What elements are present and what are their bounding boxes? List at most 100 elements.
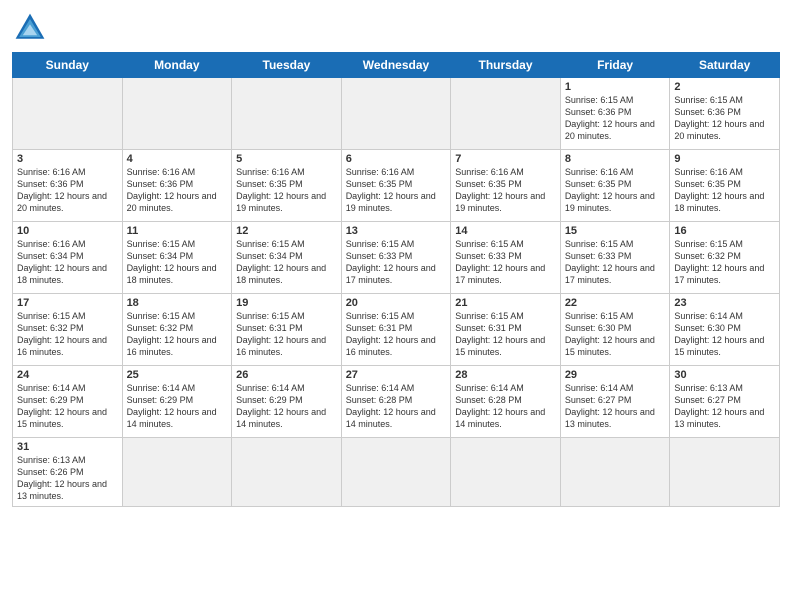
day-cell [560,438,670,507]
week-row-3: 17Sunrise: 6:15 AM Sunset: 6:32 PM Dayli… [13,294,780,366]
day-cell: 29Sunrise: 6:14 AM Sunset: 6:27 PM Dayli… [560,366,670,438]
day-cell: 7Sunrise: 6:16 AM Sunset: 6:35 PM Daylig… [451,150,561,222]
day-number: 26 [236,369,337,381]
day-headers-row: SundayMondayTuesdayWednesdayThursdayFrid… [13,53,780,78]
day-number: 13 [346,225,447,237]
day-info: Sunrise: 6:14 AM Sunset: 6:30 PM Dayligh… [674,310,775,359]
day-cell: 5Sunrise: 6:16 AM Sunset: 6:35 PM Daylig… [232,150,342,222]
day-number: 27 [346,369,447,381]
day-number: 30 [674,369,775,381]
day-number: 16 [674,225,775,237]
day-cell: 18Sunrise: 6:15 AM Sunset: 6:32 PM Dayli… [122,294,232,366]
day-cell: 22Sunrise: 6:15 AM Sunset: 6:30 PM Dayli… [560,294,670,366]
day-number: 14 [455,225,556,237]
day-cell: 10Sunrise: 6:16 AM Sunset: 6:34 PM Dayli… [13,222,123,294]
day-cell: 14Sunrise: 6:15 AM Sunset: 6:33 PM Dayli… [451,222,561,294]
day-cell [232,78,342,150]
day-cell: 23Sunrise: 6:14 AM Sunset: 6:30 PM Dayli… [670,294,780,366]
day-number: 5 [236,153,337,165]
week-row-1: 3 Sunrise: 6:16 AM Sunset: 6:36 PM Daylig… [13,150,780,222]
day-info: Sunrise: 6:15 AM Sunset: 6:33 PM Dayligh… [455,238,556,287]
day-number: 18 [127,297,228,309]
day-info: Sunrise: 6:13 AM Sunset: 6:26 PM Dayligh… [17,454,118,503]
day-number: 1 [565,81,666,93]
day-number: 21 [455,297,556,309]
day-info: Sunrise: 6:16 AM Sunset: 6:36 PM Dayligh… [127,166,228,215]
day-info: Sunrise: 6:15 AM Sunset: 6:30 PM Dayligh… [565,310,666,359]
day-cell [451,438,561,507]
logo-icon [12,10,48,46]
day-number: 22 [565,297,666,309]
day-number: 7 [455,153,556,165]
day-number: 11 [127,225,228,237]
day-cell: 19Sunrise: 6:15 AM Sunset: 6:31 PM Dayli… [232,294,342,366]
day-header-thursday: Thursday [451,53,561,78]
day-number: 17 [17,297,118,309]
day-info: Sunrise: 6:15 AM Sunset: 6:33 PM Dayligh… [346,238,447,287]
day-header-saturday: Saturday [670,53,780,78]
page: SundayMondayTuesdayWednesdayThursdayFrid… [0,0,792,612]
day-cell: 26Sunrise: 6:14 AM Sunset: 6:29 PM Dayli… [232,366,342,438]
day-number: 25 [127,369,228,381]
day-info: Sunrise: 6:14 AM Sunset: 6:28 PM Dayligh… [455,382,556,431]
day-cell [232,438,342,507]
day-info: Sunrise: 6:16 AM Sunset: 6:35 PM Dayligh… [674,166,775,215]
day-info: Sunrise: 6:16 AM Sunset: 6:35 PM Dayligh… [236,166,337,215]
day-number: 24 [17,369,118,381]
day-cell: 28Sunrise: 6:14 AM Sunset: 6:28 PM Dayli… [451,366,561,438]
day-number: 31 [17,441,118,453]
day-info: Sunrise: 6:16 AM Sunset: 6:35 PM Dayligh… [346,166,447,215]
day-cell: 17Sunrise: 6:15 AM Sunset: 6:32 PM Dayli… [13,294,123,366]
day-info: Sunrise: 6:14 AM Sunset: 6:29 PM Dayligh… [127,382,228,431]
day-header-sunday: Sunday [13,53,123,78]
day-cell: 3Sunrise: 6:16 AM Sunset: 6:36 PM Daylig… [13,150,123,222]
day-info: Sunrise: 6:15 AM Sunset: 6:34 PM Dayligh… [127,238,228,287]
day-header-wednesday: Wednesday [341,53,451,78]
day-cell: 31Sunrise: 6:13 AM Sunset: 6:26 PM Dayli… [13,438,123,507]
day-cell: 24Sunrise: 6:14 AM Sunset: 6:29 PM Dayli… [13,366,123,438]
header [12,10,780,46]
day-cell: 13Sunrise: 6:15 AM Sunset: 6:33 PM Dayli… [341,222,451,294]
day-header-friday: Friday [560,53,670,78]
week-row-4: 24Sunrise: 6:14 AM Sunset: 6:29 PM Dayli… [13,366,780,438]
day-info: Sunrise: 6:15 AM Sunset: 6:32 PM Dayligh… [17,310,118,359]
week-row-2: 10Sunrise: 6:16 AM Sunset: 6:34 PM Dayli… [13,222,780,294]
day-info: Sunrise: 6:14 AM Sunset: 6:29 PM Dayligh… [236,382,337,431]
day-cell: 30Sunrise: 6:13 AM Sunset: 6:27 PM Dayli… [670,366,780,438]
day-cell: 15Sunrise: 6:15 AM Sunset: 6:33 PM Dayli… [560,222,670,294]
week-row-0: 1Sunrise: 6:15 AM Sunset: 6:36 PM Daylig… [13,78,780,150]
day-cell [451,78,561,150]
day-info: Sunrise: 6:14 AM Sunset: 6:28 PM Dayligh… [346,382,447,431]
day-info: Sunrise: 6:14 AM Sunset: 6:27 PM Dayligh… [565,382,666,431]
day-cell: 6Sunrise: 6:16 AM Sunset: 6:35 PM Daylig… [341,150,451,222]
day-cell [341,438,451,507]
day-number: 15 [565,225,666,237]
day-info: Sunrise: 6:15 AM Sunset: 6:31 PM Dayligh… [455,310,556,359]
day-cell: 11Sunrise: 6:15 AM Sunset: 6:34 PM Dayli… [122,222,232,294]
logo [12,10,52,46]
day-info: Sunrise: 6:13 AM Sunset: 6:27 PM Dayligh… [674,382,775,431]
week-row-5: 31Sunrise: 6:13 AM Sunset: 6:26 PM Dayli… [13,438,780,507]
day-cell: 16Sunrise: 6:15 AM Sunset: 6:32 PM Dayli… [670,222,780,294]
day-info: Sunrise: 6:16 AM Sunset: 6:35 PM Dayligh… [455,166,556,215]
day-cell: 1Sunrise: 6:15 AM Sunset: 6:36 PM Daylig… [560,78,670,150]
day-number: 3 [17,153,118,165]
day-cell: 12Sunrise: 6:15 AM Sunset: 6:34 PM Dayli… [232,222,342,294]
day-header-tuesday: Tuesday [232,53,342,78]
day-number: 4 [127,153,228,165]
day-number: 6 [346,153,447,165]
day-number: 8 [565,153,666,165]
day-number: 10 [17,225,118,237]
day-info: Sunrise: 6:16 AM Sunset: 6:34 PM Dayligh… [17,238,118,287]
day-info: Sunrise: 6:14 AM Sunset: 6:29 PM Dayligh… [17,382,118,431]
day-number: 12 [236,225,337,237]
day-info: Sunrise: 6:15 AM Sunset: 6:31 PM Dayligh… [236,310,337,359]
day-cell: 2Sunrise: 6:15 AM Sunset: 6:36 PM Daylig… [670,78,780,150]
day-number: 9 [674,153,775,165]
day-info: Sunrise: 6:15 AM Sunset: 6:32 PM Dayligh… [674,238,775,287]
day-info: Sunrise: 6:15 AM Sunset: 6:34 PM Dayligh… [236,238,337,287]
calendar-table: SundayMondayTuesdayWednesdayThursdayFrid… [12,52,780,507]
day-info: Sunrise: 6:15 AM Sunset: 6:33 PM Dayligh… [565,238,666,287]
day-cell [670,438,780,507]
day-cell [13,78,123,150]
